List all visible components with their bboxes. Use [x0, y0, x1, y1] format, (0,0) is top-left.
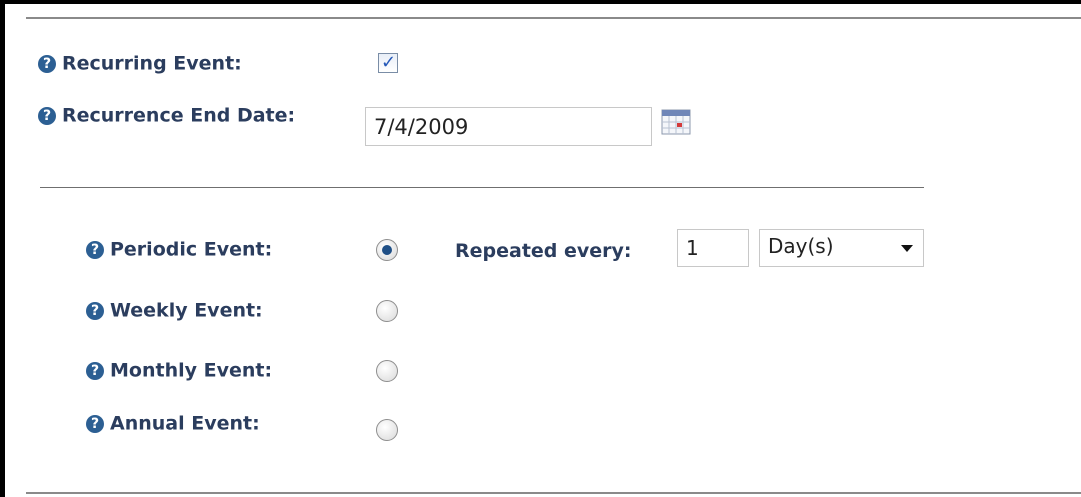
help-icon[interactable]: ?: [38, 106, 56, 125]
repeat-interval-input[interactable]: [677, 229, 749, 267]
periodic-event-label: ? Periodic Event:: [86, 238, 272, 261]
recurrence-end-date-label: ? Recurrence End Date:: [38, 104, 298, 127]
bottom-divider: [26, 492, 1081, 494]
monthly-event-label-text: Monthly Event:: [110, 359, 273, 382]
recurring-event-label-text: Recurring Event:: [62, 52, 242, 75]
recurring-event-label: ? Recurring Event:: [38, 52, 242, 75]
weekly-event-label-text: Weekly Event:: [110, 299, 263, 322]
weekly-event-label: ? Weekly Event:: [86, 299, 263, 322]
window-frame-top: [0, 0, 1081, 4]
section-divider: [40, 187, 924, 188]
chevron-down-icon: [901, 245, 913, 252]
recurrence-end-date-input[interactable]: [365, 107, 652, 146]
help-icon[interactable]: ?: [86, 414, 104, 433]
help-icon[interactable]: ?: [86, 240, 104, 259]
repeat-unit-select[interactable]: Day(s): [759, 229, 924, 267]
help-icon[interactable]: ?: [86, 361, 104, 380]
repeated-every-label: Repeated every:: [455, 240, 632, 262]
monthly-event-label: ? Monthly Event:: [86, 359, 272, 382]
help-icon[interactable]: ?: [38, 54, 56, 73]
periodic-event-radio[interactable]: [376, 239, 398, 261]
checkmark-icon: ✓: [381, 52, 397, 73]
annual-event-label: ? Annual Event:: [86, 412, 260, 435]
calendar-icon[interactable]: [661, 109, 691, 135]
weekly-event-radio[interactable]: [376, 300, 398, 322]
recurrence-end-date-label-text: Recurrence End Date:: [62, 104, 296, 127]
periodic-event-label-text: Periodic Event:: [110, 238, 273, 261]
window-frame-left: [0, 0, 5, 497]
top-divider: [26, 17, 1081, 19]
help-icon[interactable]: ?: [86, 301, 104, 320]
monthly-event-radio[interactable]: [376, 360, 398, 382]
annual-event-radio[interactable]: [376, 419, 398, 441]
repeat-unit-value: Day(s): [768, 234, 834, 258]
annual-event-label-text: Annual Event:: [110, 412, 260, 435]
recurring-event-checkbox[interactable]: ✓: [378, 52, 398, 73]
